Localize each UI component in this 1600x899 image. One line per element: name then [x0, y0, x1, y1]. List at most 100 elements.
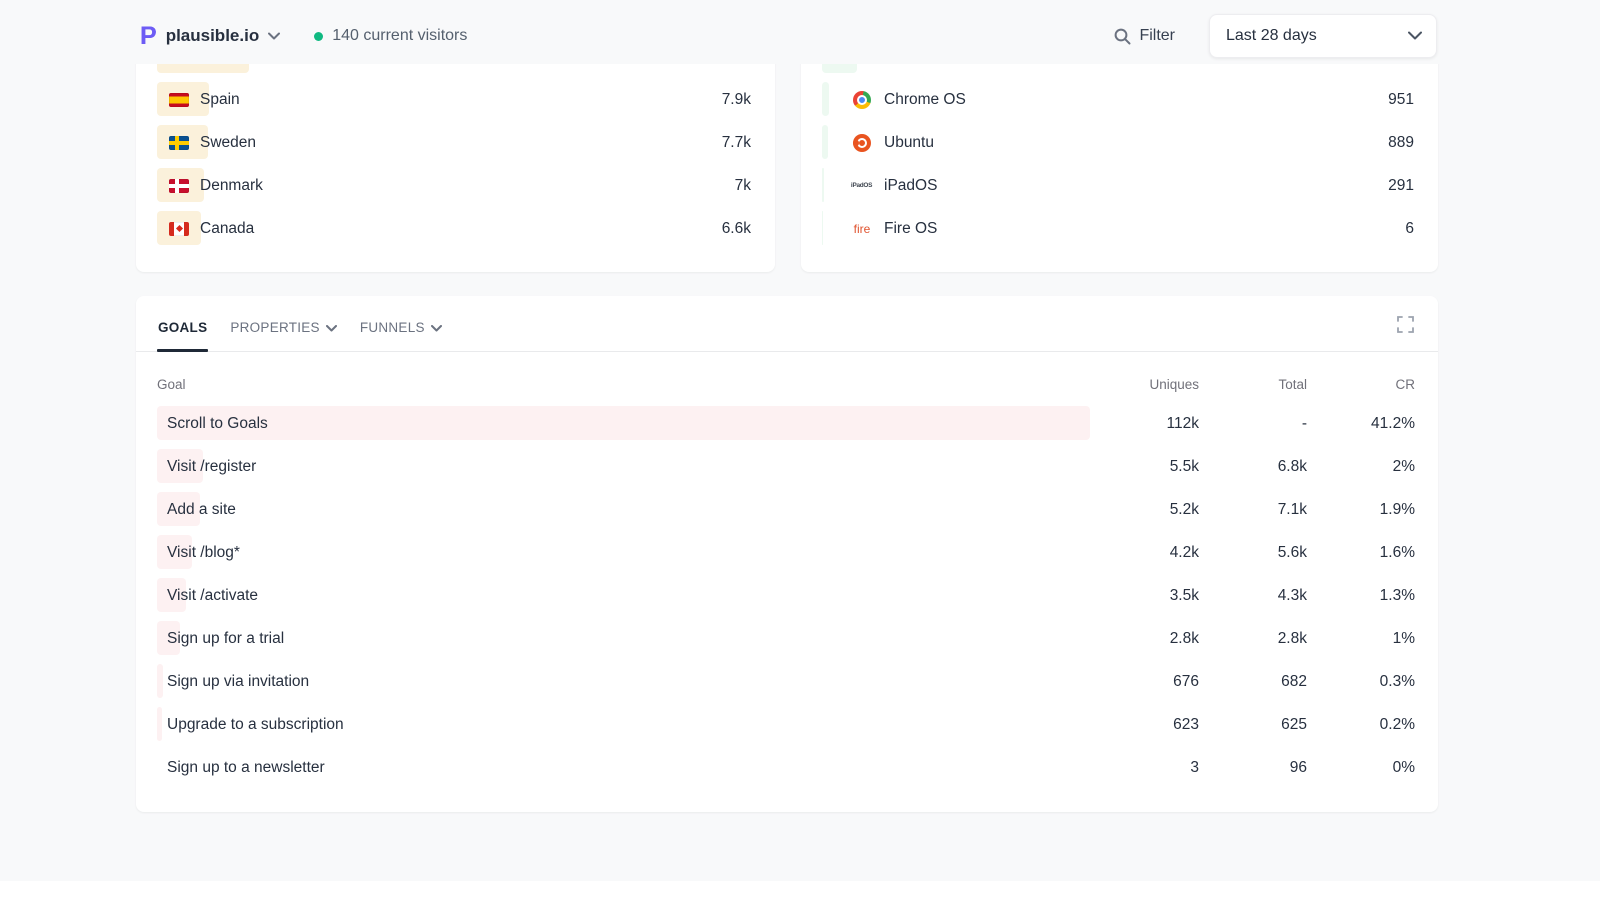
chevron-down-icon	[268, 27, 280, 45]
country-row[interactable]: Canada6.6k	[157, 207, 751, 250]
goal-cr: 41.2%	[1307, 415, 1415, 433]
country-label: Canada	[200, 220, 722, 238]
spain-flag-icon	[169, 93, 189, 107]
country-label: Sweden	[200, 134, 722, 152]
os-value: 291	[1388, 177, 1414, 195]
sweden-flag-icon	[169, 136, 189, 150]
goal-label: Visit /blog*	[157, 544, 1089, 562]
goal-row[interactable]: Upgrade to a subscription6236250.2%	[157, 703, 1415, 746]
goal-cr: 0.3%	[1307, 673, 1415, 691]
goal-total: 5.6k	[1199, 544, 1307, 562]
site-name: plausible.io	[166, 26, 260, 46]
tab-properties-label: PROPERTIES	[230, 320, 319, 335]
goal-cr: 1.3%	[1307, 587, 1415, 605]
goal-total: 7.1k	[1199, 501, 1307, 519]
country-row[interactable]: Spain7.9k	[157, 78, 751, 121]
goal-uniques: 5.2k	[1089, 501, 1199, 519]
goal-row[interactable]: Sign up to a newsletter3960%	[157, 746, 1415, 789]
chevron-down-icon	[1408, 27, 1422, 45]
goals-tab-bar: GOALS PROPERTIES FUNNELS	[136, 296, 1438, 352]
countries-list: Spain7.9kSweden7.7kDenmark7kCanada6.6k	[157, 35, 751, 250]
os-label: Ubuntu	[884, 134, 1388, 152]
expand-icon[interactable]	[1397, 316, 1414, 333]
denmark-flag-icon	[169, 179, 189, 193]
goal-cr: 1%	[1307, 630, 1415, 648]
goal-uniques: 4.2k	[1089, 544, 1199, 562]
column-header-uniques: Uniques	[1089, 377, 1199, 392]
chevron-down-icon	[326, 320, 337, 335]
goal-total: -	[1199, 415, 1307, 433]
plausible-logo: P	[140, 24, 157, 49]
goal-row[interactable]: Add a site5.2k7.1k1.9%	[157, 488, 1415, 531]
goal-row[interactable]: Sign up for a trial2.8k2.8k1%	[157, 617, 1415, 660]
canada-flag-icon	[169, 222, 189, 236]
goal-total: 682	[1199, 673, 1307, 691]
os-label: iPadOS	[884, 177, 1388, 195]
tab-funnels[interactable]: FUNNELS	[360, 320, 442, 335]
goal-label: Visit /register	[157, 458, 1089, 476]
os-value: 951	[1388, 91, 1414, 109]
column-header-goal: Goal	[157, 377, 1089, 392]
os-row[interactable]: Ubuntu889	[822, 121, 1414, 164]
goal-uniques: 3.5k	[1089, 587, 1199, 605]
goal-row[interactable]: Visit /blog*4.2k5.6k1.6%	[157, 531, 1415, 574]
current-visitors-label: 140 current visitors	[332, 27, 467, 45]
site-switcher[interactable]: P plausible.io	[140, 24, 280, 49]
goal-row[interactable]: Visit /register5.5k6.8k2%	[157, 445, 1415, 488]
search-icon	[1114, 28, 1131, 45]
country-label: Spain	[200, 91, 722, 109]
chrome-icon	[853, 91, 871, 109]
goal-row[interactable]: Sign up via invitation6766820.3%	[157, 660, 1415, 703]
tab-properties[interactable]: PROPERTIES	[230, 320, 336, 335]
tab-funnels-label: FUNNELS	[360, 320, 425, 335]
goal-total: 4.3k	[1199, 587, 1307, 605]
goal-cr: 1.6%	[1307, 544, 1415, 562]
goal-uniques: 2.8k	[1089, 630, 1199, 648]
date-range-picker[interactable]: Last 28 days	[1209, 14, 1437, 58]
goal-cr: 0%	[1307, 759, 1415, 777]
goal-label: Scroll to Goals	[157, 415, 1089, 433]
goal-uniques: 623	[1089, 716, 1199, 734]
country-row[interactable]: Sweden7.7k	[157, 121, 751, 164]
goal-label: Sign up for a trial	[157, 630, 1089, 648]
current-visitors[interactable]: 140 current visitors	[314, 27, 467, 45]
fireos-icon: fire	[854, 222, 871, 236]
goals-list: Scroll to Goals112k-41.2%Visit /register…	[157, 402, 1415, 789]
os-row[interactable]: fire Fire OS6	[822, 207, 1414, 250]
goal-uniques: 676	[1089, 673, 1199, 691]
country-label: Denmark	[200, 177, 735, 195]
goal-uniques: 112k	[1089, 415, 1199, 433]
country-row[interactable]: Denmark7k	[157, 164, 751, 207]
filter-button[interactable]: Filter	[1114, 27, 1175, 45]
goal-row[interactable]: Scroll to Goals112k-41.2%	[157, 402, 1415, 445]
active-tab-underline	[157, 349, 208, 352]
goal-cr: 1.9%	[1307, 501, 1415, 519]
ubuntu-icon	[853, 134, 871, 152]
goal-row[interactable]: Visit /activate3.5k4.3k1.3%	[157, 574, 1415, 617]
chevron-down-icon	[431, 320, 442, 335]
goal-label: Upgrade to a subscription	[157, 716, 1089, 734]
column-header-cr: CR	[1307, 377, 1415, 392]
goal-label: Visit /activate	[157, 587, 1089, 605]
goal-uniques: 3	[1089, 759, 1199, 777]
os-row[interactable]: Chrome OS951	[822, 78, 1414, 121]
goal-uniques: 5.5k	[1089, 458, 1199, 476]
goal-label: Add a site	[157, 501, 1089, 519]
value-bar	[822, 125, 828, 159]
tab-goals[interactable]: GOALS	[158, 320, 207, 335]
column-header-total: Total	[1199, 377, 1307, 392]
os-value: 6	[1405, 220, 1414, 238]
tab-goals-label: GOALS	[158, 320, 207, 335]
page-bottom-strip	[0, 881, 1600, 899]
country-value: 6.6k	[722, 220, 751, 238]
value-bar	[822, 168, 824, 202]
os-value: 889	[1388, 134, 1414, 152]
goal-label: Sign up to a newsletter	[157, 759, 1089, 777]
os-row[interactable]: iPadOSiPadOS291	[822, 164, 1414, 207]
goals-card: GOALS PROPERTIES FUNNELS	[136, 296, 1438, 812]
value-bar	[822, 211, 823, 245]
country-value: 7.9k	[722, 91, 751, 109]
live-indicator-dot	[314, 32, 323, 41]
os-label: Fire OS	[884, 220, 1405, 238]
goal-total: 2.8k	[1199, 630, 1307, 648]
